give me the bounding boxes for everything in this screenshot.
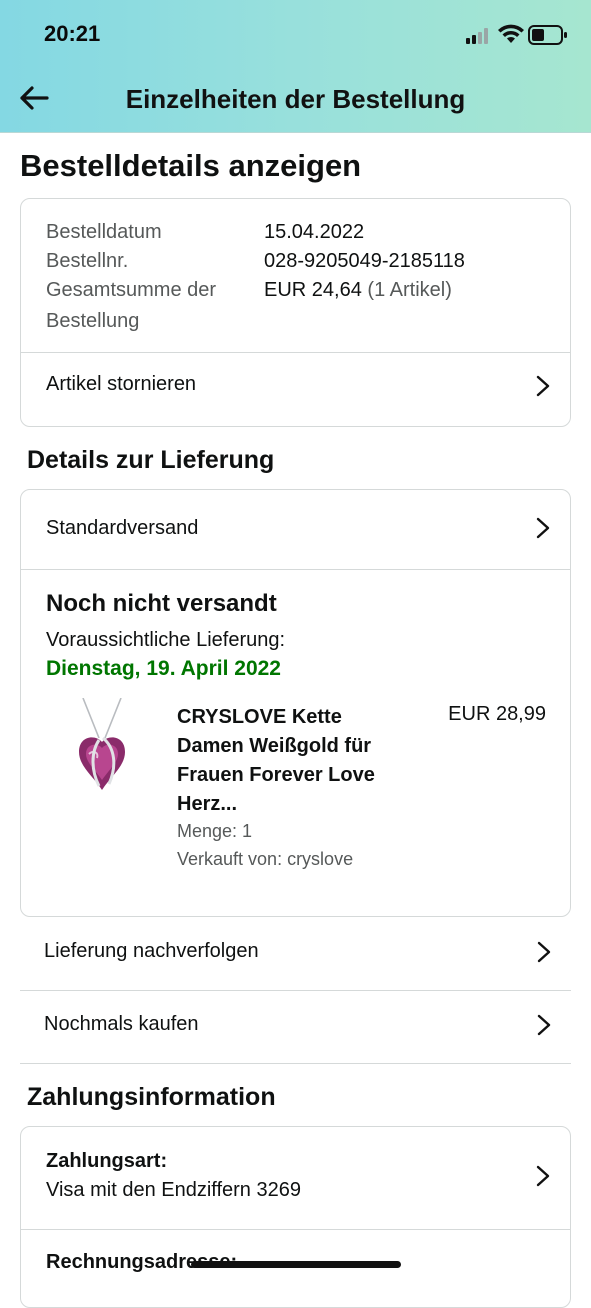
order-total-amount: EUR 24,64 <box>264 279 362 301</box>
order-summary-card: Bestelldatum 15.04.2022 Bestellnr. 028-9… <box>20 198 571 427</box>
status-time: 20:21 <box>44 21 101 46</box>
track-delivery-row[interactable]: Lieferung nachverfolgen <box>20 918 571 990</box>
cancel-items-row[interactable]: Artikel stornieren <box>21 353 570 425</box>
battery-icon <box>528 25 567 45</box>
chevron-right-icon <box>536 375 550 397</box>
order-number-label: Bestellnr. <box>46 250 129 272</box>
order-number-value: 028-9205049-2185118 <box>264 250 465 272</box>
wifi-icon <box>498 24 524 43</box>
cancel-items-label: Artikel stornieren <box>46 373 197 395</box>
home-indicator[interactable] <box>191 1261 401 1268</box>
divider <box>21 1229 570 1230</box>
order-total-label-line1: Gesamtsumme der <box>46 279 217 301</box>
shipment-status: Noch nicht versandt <box>46 590 277 617</box>
buy-again-row[interactable]: Nochmals kaufen <box>20 991 571 1063</box>
product-image[interactable] <box>73 698 131 808</box>
delivery-card: Standardversand Noch nicht versandt Vora… <box>20 489 571 917</box>
product-title-line: CRYSLOVE Kette <box>177 706 342 728</box>
payment-method-label: Zahlungsart: <box>46 1150 168 1172</box>
buy-again-label: Nochmals kaufen <box>44 1013 199 1035</box>
payment-method-row[interactable]: Zahlungsart: Visa mit den Endziffern 326… <box>21 1127 570 1229</box>
product-seller: Verkauft von: cryslove <box>177 849 354 869</box>
app-header: 20:21 Einzelheiten der Bestellung <box>0 0 591 133</box>
expected-delivery-label: Voraussichtliche Lieferung: <box>46 629 286 651</box>
nav-title: Einzelheiten der Bestellung <box>125 84 466 114</box>
expected-delivery-date: Dienstag, 19. April 2022 <box>46 657 281 680</box>
order-item-count: (1 Artikel) <box>367 279 452 301</box>
chevron-right-icon <box>537 1014 551 1036</box>
order-total-value: EUR 24,64 (1 Artikel) <box>264 279 452 302</box>
order-date-value: 15.04.2022 <box>264 221 365 243</box>
chevron-right-icon <box>536 1165 550 1187</box>
shipping-method-label: Standardversand <box>46 517 199 539</box>
delivery-section-title: Details zur Lieferung <box>27 446 275 474</box>
chevron-right-icon <box>537 941 551 963</box>
order-date-label: Bestelldatum <box>46 221 162 243</box>
product-title-line: Damen Weißgold für <box>177 735 372 757</box>
payment-card: Zahlungsart: Visa mit den Endziffern 326… <box>20 1126 571 1308</box>
page-title: Bestelldetails anzeigen <box>20 148 362 183</box>
product-title-line: Herz... <box>177 793 238 815</box>
divider <box>20 1063 571 1064</box>
product-price: EUR 28,99 <box>448 703 546 725</box>
track-delivery-label: Lieferung nachverfolgen <box>44 940 259 962</box>
order-total-label-line2: Bestellung <box>46 310 140 332</box>
product-title[interactable]: CRYSLOVE Kette Damen Weißgold für Frauen… <box>177 703 407 819</box>
shipping-method-row[interactable]: Standardversand <box>21 490 570 569</box>
product-title-line: Frauen Forever Love <box>177 764 375 786</box>
order-total-label: Gesamtsumme der Bestellung <box>46 279 216 340</box>
payment-method-value: Visa mit den Endziffern 3269 <box>46 1179 301 1201</box>
product-quantity: Menge: 1 <box>177 821 253 841</box>
chevron-right-icon <box>536 517 550 539</box>
payment-section-title: Zahlungsinformation <box>27 1083 276 1111</box>
cellular-signal-icon <box>466 28 488 44</box>
divider <box>21 569 570 570</box>
